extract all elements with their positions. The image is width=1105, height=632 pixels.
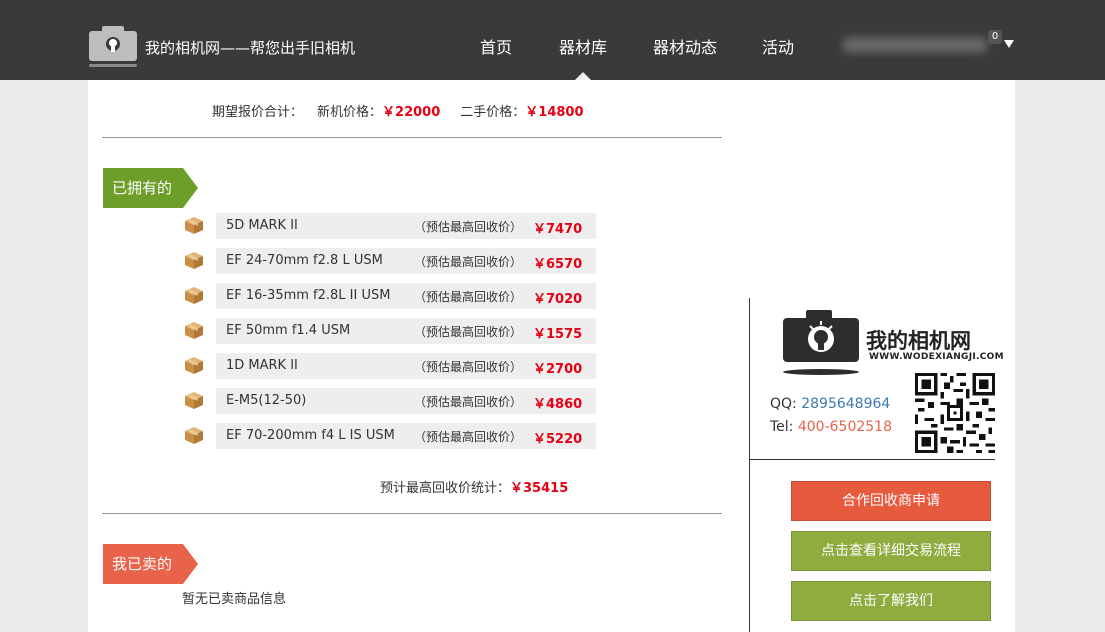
item-name: EF 70-200mm f4 L IS USM xyxy=(226,428,395,443)
divider xyxy=(102,137,722,138)
brand-url: WWW.WODEXIANGJI.COM xyxy=(869,352,1004,362)
item-price-hint: （预估最高回收价） xyxy=(414,290,523,304)
owned-item-bar: EF 16-35mm f2.8L II USM （预估最高回收价） ￥7020 xyxy=(216,283,596,309)
package-box-icon xyxy=(183,390,205,410)
qq-number: 2895648964 xyxy=(801,396,891,412)
total-label: 预计最高回收价统计： xyxy=(380,481,511,496)
nav-equipment-library[interactable]: 器材库 xyxy=(559,34,607,58)
partner-application-button[interactable]: 合作回收商申请 xyxy=(791,481,991,521)
package-box-icon xyxy=(183,355,205,375)
nav-home[interactable]: 首页 xyxy=(480,34,512,58)
total-value: ￥35415 xyxy=(510,481,569,496)
item-price: ￥1575 xyxy=(533,327,583,342)
item-price-hint: （预估最高回收价） xyxy=(414,325,523,339)
package-box-icon xyxy=(183,250,205,270)
camera-logo-icon xyxy=(89,26,137,67)
owned-item-bar: 1D MARK II （预估最高回收价） ￥2700 xyxy=(216,353,596,379)
qq-label: QQ: xyxy=(770,396,797,412)
user-account-name[interactable] xyxy=(842,37,988,53)
item-price-hint: （预估最高回收价） xyxy=(414,430,523,444)
item-price: ￥5220 xyxy=(533,432,583,447)
item-price: ￥6570 xyxy=(533,257,583,272)
divider xyxy=(102,513,722,514)
item-name: E-M5(12-50) xyxy=(226,393,307,408)
sold-tag-label: 我已卖的 xyxy=(112,555,173,573)
top-nav-bar: 我的相机网——帮您出手旧相机 首页 器材库 器材动态 活动 0 xyxy=(0,0,1105,80)
item-price-hint: （预估最高回收价） xyxy=(414,360,523,374)
sold-empty-message: 暂无已卖商品信息 xyxy=(182,592,287,607)
transaction-process-button[interactable]: 点击查看详细交易流程 xyxy=(791,531,991,571)
quote-summary: 期望报价合计： 新机价格：￥22000 二手价格：￥14800 xyxy=(212,101,584,120)
tel-label: Tel: xyxy=(770,419,794,435)
chevron-down-icon[interactable] xyxy=(1004,40,1014,48)
package-box-icon xyxy=(183,285,205,305)
nav-active-indicator xyxy=(575,72,591,80)
owned-section-tag: 已拥有的 xyxy=(103,168,198,208)
item-price-hint: （预估最高回收价） xyxy=(414,220,523,234)
item-price: ￥7020 xyxy=(533,292,583,307)
about-us-button[interactable]: 点击了解我们 xyxy=(791,581,991,621)
owned-item-bar: EF 70-200mm f4 L IS USM （预估最高回收价） ￥5220 xyxy=(216,423,596,449)
item-price-hint: （预估最高回收价） xyxy=(414,395,523,409)
qq-contact: QQ: 2895648964 xyxy=(770,396,890,412)
new-price-value: ￥22000 xyxy=(382,105,441,120)
site-title: 我的相机网——帮您出手旧相机 xyxy=(145,39,356,57)
owned-item-bar: EF 24-70mm f2.8 L USM （预估最高回收价） ￥6570 xyxy=(216,248,596,274)
owned-total: 预计最高回收价统计：￥35415 xyxy=(380,477,568,496)
nav-activities[interactable]: 活动 xyxy=(762,34,794,58)
notification-badge[interactable]: 0 xyxy=(988,30,1002,44)
used-price-label: 二手价格： xyxy=(460,105,526,120)
owned-item-bar: E-M5(12-50) （预估最高回收价） ￥4860 xyxy=(216,388,596,414)
tel-number: 400-6502518 xyxy=(797,419,892,435)
item-price: ￥7470 xyxy=(533,222,583,237)
item-price: ￥4860 xyxy=(533,397,583,412)
sold-section-tag: 我已卖的 xyxy=(103,544,198,584)
owned-item-bar: 5D MARK II （预估最高回收价） ￥7470 xyxy=(216,213,596,239)
package-box-icon xyxy=(183,320,205,340)
item-price: ￥2700 xyxy=(533,362,583,377)
sidebar-divider-vertical xyxy=(749,298,750,632)
qr-code-icon[interactable] xyxy=(915,373,995,453)
tel-contact: Tel: 400-6502518 xyxy=(770,419,892,435)
item-name: 1D MARK II xyxy=(226,358,298,373)
used-price-value: ￥14800 xyxy=(525,105,584,120)
new-price-label: 新机价格： xyxy=(317,105,383,120)
owned-item-bar: EF 50mm f1.4 USM （预估最高回收价） ￥1575 xyxy=(216,318,596,344)
item-name: 5D MARK II xyxy=(226,218,298,233)
item-price-hint: （预估最高回收价） xyxy=(414,255,523,269)
package-box-icon xyxy=(183,215,205,235)
item-name: EF 16-35mm f2.8L II USM xyxy=(226,288,391,303)
sidebar-divider-horizontal xyxy=(750,459,995,460)
owned-tag-label: 已拥有的 xyxy=(112,179,173,197)
summary-label: 期望报价合计： xyxy=(212,105,304,120)
item-name: EF 24-70mm f2.8 L USM xyxy=(226,253,383,268)
item-name: EF 50mm f1.4 USM xyxy=(226,323,351,338)
brand-camera-icon xyxy=(783,310,859,375)
brand-name: 我的相机网 xyxy=(866,329,971,353)
nav-equipment-news[interactable]: 器材动态 xyxy=(653,34,717,58)
package-box-icon xyxy=(183,425,205,445)
